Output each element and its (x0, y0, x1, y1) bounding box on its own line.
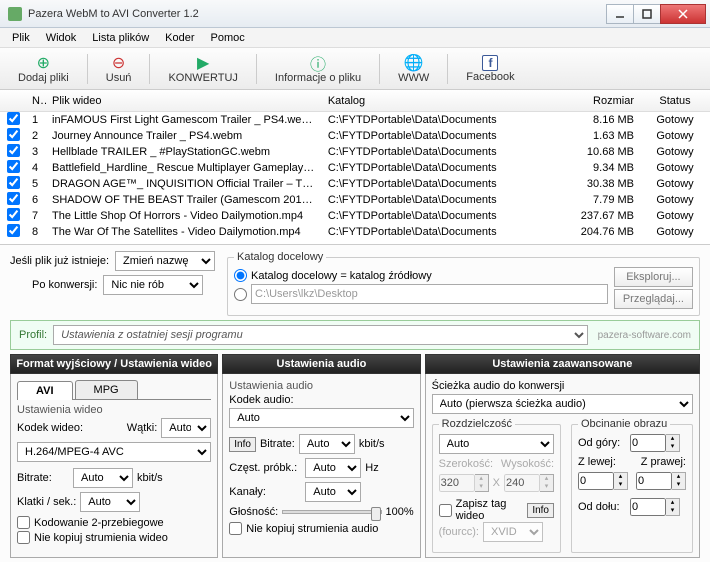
panel-audio-header: Ustawienia audio (222, 354, 420, 374)
twopass-check[interactable] (17, 516, 30, 529)
minus-icon: ⊖ (110, 54, 128, 72)
audio-info-button[interactable]: Info (229, 437, 256, 452)
minimize-button[interactable] (606, 4, 634, 24)
row-check[interactable] (7, 160, 20, 173)
audio-codec-select[interactable]: Auto (229, 408, 413, 428)
menu-bar: Plik Widok Lista plików Koder Pomoc (0, 28, 710, 48)
close-button[interactable] (660, 4, 706, 24)
row-check[interactable] (7, 112, 20, 125)
row-check[interactable] (7, 224, 20, 237)
audio-track-select[interactable]: Auto (pierwsza ścieżka audio) (432, 394, 693, 414)
table-row[interactable]: 8The War Of The Satellites - Video Daily… (0, 224, 710, 240)
audio-freq-select[interactable]: Auto (305, 458, 361, 478)
table-row[interactable]: 6SHADOW OF THE BEAST Trailer (Gamescom 2… (0, 192, 710, 208)
table-row[interactable]: 4Battlefield_Hardline_ Rescue Multiplaye… (0, 160, 710, 176)
facebook-icon: f (482, 55, 498, 71)
row-check[interactable] (7, 176, 20, 189)
facebook-button[interactable]: fFacebook (448, 48, 532, 89)
row-check[interactable] (7, 192, 20, 205)
title-bar: Pazera WebM to AVI Converter 1.2 (0, 0, 710, 28)
info-icon: ⓘ (309, 54, 327, 72)
volume-slider[interactable] (282, 510, 381, 514)
nocopy-audio-check[interactable] (229, 522, 242, 535)
explore-button[interactable]: Eksploruj... (614, 267, 693, 287)
convert-icon: ▶ (194, 54, 212, 72)
panel-advanced-header: Ustawienia zaawansowane (425, 354, 700, 374)
fourcc-check[interactable] (439, 504, 452, 517)
col-file[interactable]: Plik wideo (46, 95, 322, 107)
window-title: Pazera WebM to AVI Converter 1.2 (28, 8, 607, 20)
tab-avi[interactable]: AVI (17, 381, 73, 400)
nocopy-video-check[interactable] (17, 531, 30, 544)
add-files-button[interactable]: ⊕Dodaj pliki (0, 48, 87, 89)
maximize-button[interactable] (633, 4, 661, 24)
profile-select[interactable]: Ustawienia z ostatniej sesji programu (53, 325, 588, 345)
after-conv-label: Po konwersji: (32, 279, 97, 291)
app-icon (8, 7, 22, 21)
col-status[interactable]: Status (640, 95, 710, 107)
outdir-custom-radio[interactable] (234, 288, 247, 301)
profile-label: Profil: (19, 329, 47, 341)
outdir-legend: Katalog docelowy (234, 251, 326, 263)
table-row[interactable]: 2Journey Announce Trailer _ PS4.webmC:\F… (0, 128, 710, 144)
convert-button[interactable]: ▶KONWERTUJ (150, 48, 255, 89)
globe-icon: 🌐 (405, 54, 423, 72)
if-exists-select[interactable]: Zmień nazwę (115, 251, 215, 271)
browse-button[interactable]: Przeglądaj... (614, 289, 693, 309)
table-row[interactable]: 1inFAMOUS First Light Gamescom Trailer _… (0, 112, 710, 128)
file-list-header: Nr Plik wideo Katalog Rozmiar Status (0, 90, 710, 112)
table-row[interactable]: 7The Little Shop Of Horrors - Video Dail… (0, 208, 710, 224)
tab-mpg[interactable]: MPG (75, 380, 138, 399)
vendor-link[interactable]: pazera-software.com (598, 330, 691, 341)
menu-help[interactable]: Pomoc (205, 30, 251, 46)
col-catalog[interactable]: Katalog (322, 95, 560, 107)
audio-channels-select[interactable]: Auto (305, 482, 361, 502)
menu-encoder[interactable]: Koder (159, 30, 200, 46)
panel-video-header: Format wyjściowy / Ustawienia wideo (10, 354, 218, 374)
file-info-button[interactable]: ⓘInformacje o pliku (257, 48, 379, 89)
table-row[interactable]: 3Hellblade TRAILER _ #PlayStationGC.webm… (0, 144, 710, 160)
row-check[interactable] (7, 144, 20, 157)
crop-right[interactable] (636, 472, 672, 490)
menu-file[interactable]: Plik (6, 30, 36, 46)
col-size[interactable]: Rozmiar (560, 95, 640, 107)
crop-top[interactable] (630, 434, 666, 452)
col-nr[interactable]: Nr (26, 95, 46, 107)
menu-view[interactable]: Widok (40, 30, 83, 46)
row-check[interactable] (7, 128, 20, 141)
after-conv-select[interactable]: Nic nie rób (103, 275, 203, 295)
audio-bitrate-select[interactable]: Auto (299, 434, 355, 454)
fourcc-info[interactable]: Info (527, 503, 554, 518)
file-list[interactable]: 1inFAMOUS First Light Gamescom Trailer _… (0, 112, 710, 244)
menu-filelist[interactable]: Lista plików (86, 30, 155, 46)
plus-icon: ⊕ (34, 54, 52, 72)
outdir-path-input[interactable] (251, 284, 608, 304)
delete-button[interactable]: ⊖Usuń (88, 48, 150, 89)
row-check[interactable] (7, 208, 20, 221)
video-bitrate-select[interactable]: Auto (73, 468, 133, 488)
fps-select[interactable]: Auto (80, 492, 140, 512)
toolbar: ⊕Dodaj pliki ⊖Usuń ▶KONWERTUJ ⓘInformacj… (0, 48, 710, 90)
if-exists-label: Jeśli plik już istnieje: (10, 255, 109, 267)
outdir-same-radio[interactable] (234, 269, 247, 282)
crop-bottom[interactable] (630, 498, 666, 516)
resolution-select[interactable]: Auto (439, 434, 554, 454)
table-row[interactable]: 5DRAGON AGE™_ INQUISITION Official Trail… (0, 176, 710, 192)
www-button[interactable]: 🌐WWW (380, 48, 447, 89)
crop-left[interactable] (578, 472, 614, 490)
threads-select[interactable]: Auto (161, 418, 211, 438)
video-codec-select[interactable]: H.264/MPEG-4 AVC (17, 442, 211, 462)
